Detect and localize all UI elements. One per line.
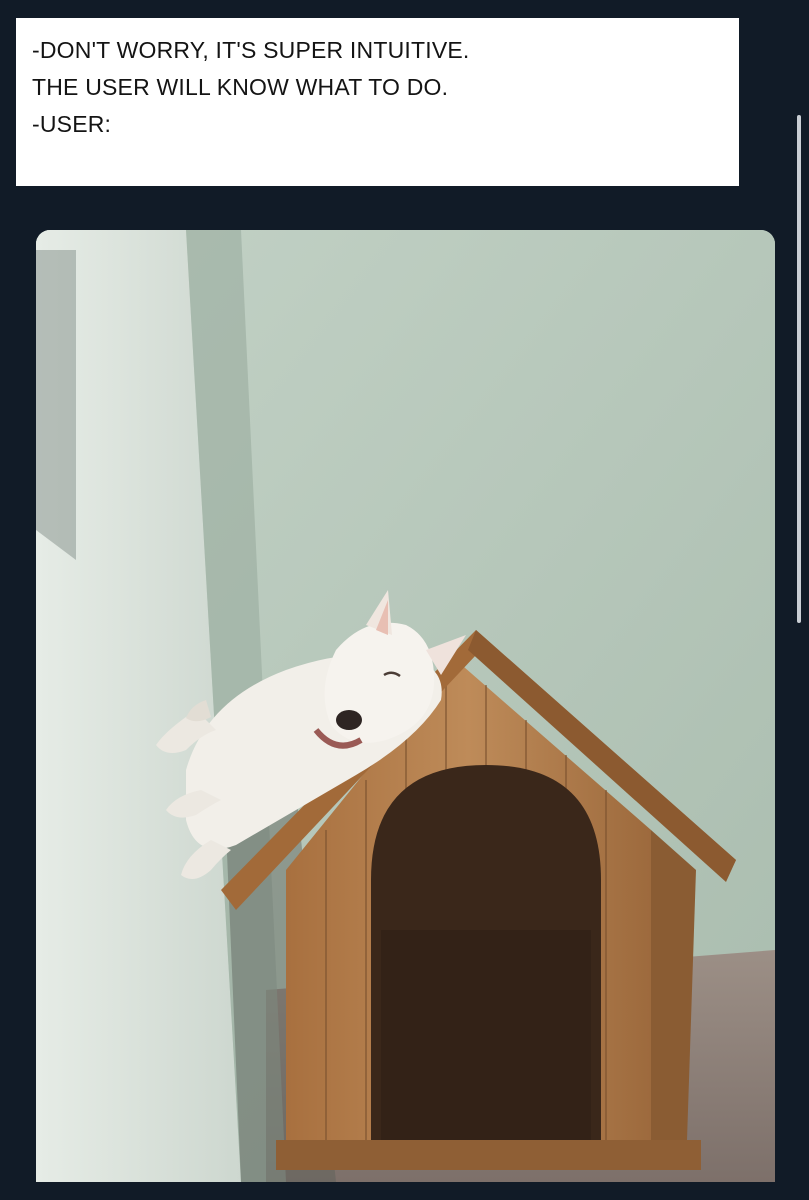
meme-photo <box>36 230 775 1182</box>
caption-line-2: THE USER WILL KNOW WHAT TO DO. <box>32 74 449 100</box>
caption-line-1: -DON'T WORRY, IT'S SUPER INTUITIVE. <box>32 37 470 63</box>
meme-caption: -DON'T WORRY, IT'S SUPER INTUITIVE. THE … <box>16 18 739 186</box>
photo-scene <box>36 230 775 1182</box>
bottom-border <box>0 1182 809 1200</box>
caption-line-3: -USER: <box>32 111 112 137</box>
scrollbar[interactable] <box>797 115 801 623</box>
